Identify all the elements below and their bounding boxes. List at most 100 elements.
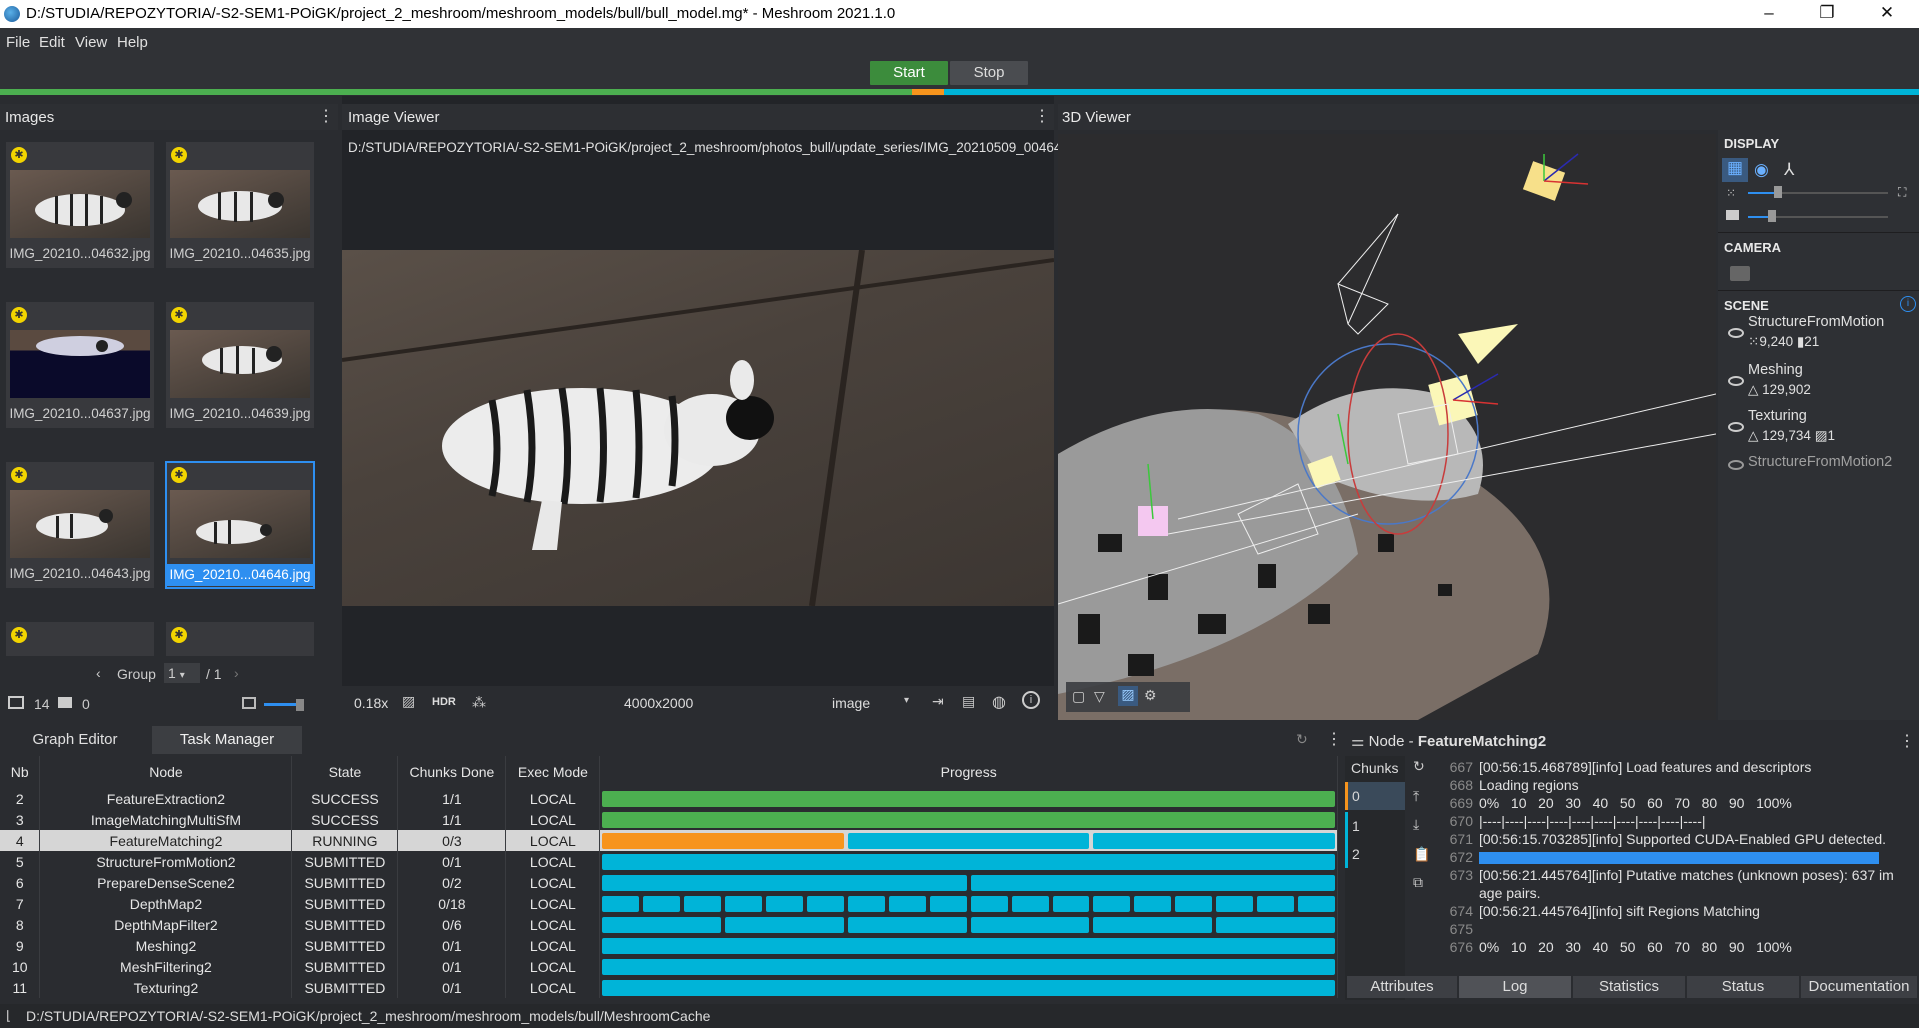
globe-icon[interactable]: ◍ xyxy=(992,692,1006,712)
cell-chunks: 0/6 xyxy=(397,914,507,935)
scene-item-name[interactable]: StructureFromMotion2 xyxy=(1748,454,1892,470)
visibility-eye-icon[interactable] xyxy=(1728,422,1744,432)
thumbnail-image xyxy=(170,330,310,398)
point-size-handle[interactable] xyxy=(1774,186,1782,198)
visibility-eye-icon[interactable] xyxy=(1728,376,1744,386)
clipboard-icon[interactable]: 📋 xyxy=(1413,846,1430,863)
refresh-icon[interactable]: ↻ xyxy=(1296,731,1308,748)
histogram-icon[interactable]: ▤ xyxy=(962,693,975,710)
fit-icon[interactable]: ⛶ xyxy=(1898,185,1906,200)
start-button[interactable]: Start xyxy=(870,61,948,85)
visibility-eye-icon[interactable] xyxy=(1728,460,1744,470)
tab-attributes[interactable]: Attributes xyxy=(1347,976,1457,998)
cell-progress xyxy=(599,872,1338,893)
channel-icon[interactable]: ▨ xyxy=(402,693,415,710)
grid-icon[interactable]: ▦ xyxy=(1722,158,1748,182)
scene-item-name[interactable]: Texturing xyxy=(1748,408,1807,424)
thumbnail[interactable]: ✱ IMG_20210...04637.jpg xyxy=(6,302,154,428)
group-select[interactable]: 1 ▾ xyxy=(164,663,200,683)
menu-file[interactable]: File xyxy=(6,34,30,51)
table-row[interactable]: 10 MeshFiltering2 SUBMITTED 0/1 LOCAL xyxy=(0,956,1338,977)
minimize-button[interactable]: – xyxy=(1740,0,1798,28)
images-menu-icon[interactable]: ⋮ xyxy=(318,109,334,125)
reload-icon[interactable]: ↻ xyxy=(1413,758,1425,775)
restore-button[interactable]: ❐ xyxy=(1798,0,1856,28)
thumbnail[interactable]: ✱ IMG_20210...04643.jpg xyxy=(6,462,154,588)
table-row[interactable]: 11 Texturing2 SUBMITTED 0/1 LOCAL xyxy=(0,977,1338,998)
info-icon[interactable]: i xyxy=(1022,691,1040,709)
chevron-down-icon[interactable]: ▾ xyxy=(904,695,909,706)
camera-scale-handle[interactable] xyxy=(1768,210,1776,222)
log-line-text: age pairs. xyxy=(1479,885,1541,901)
open-external-icon[interactable]: ⧉ xyxy=(1413,874,1423,891)
tab-log[interactable]: Log xyxy=(1459,976,1571,998)
bounding-box-icon[interactable]: ▢ xyxy=(1072,688,1085,705)
metadata-icon[interactable]: ⁂ xyxy=(472,694,486,711)
table-row[interactable]: 2 FeatureExtraction2 SUCCESS 1/1 LOCAL xyxy=(0,788,1338,809)
next-group-icon[interactable]: › xyxy=(234,665,239,681)
thumbnail-image xyxy=(10,170,150,238)
scroll-top-icon[interactable]: ⤒ xyxy=(1413,788,1419,805)
thumbnail[interactable]: ✱ xyxy=(166,622,314,656)
col-node: Node xyxy=(39,756,293,788)
log-view[interactable]: 667 [00:56:15.468789][info] Load features… xyxy=(1437,758,1917,972)
scroll-bottom-icon[interactable]: ⤓ xyxy=(1413,816,1419,833)
viewer-footer: 0.18x ▨ HDR ⁂ 4000x2000 image ▾ ⇥ ▤ ◍ i xyxy=(342,686,1054,720)
table-row[interactable]: 7 DepthMap2 SUBMITTED 0/18 LOCAL xyxy=(0,893,1338,914)
warning-icon: ✱ xyxy=(11,627,27,643)
menu-view[interactable]: View xyxy=(75,34,107,51)
cell-node: MeshFiltering2 xyxy=(39,956,293,977)
node-panel-header: ⚌ Node - FeatureMatching2 xyxy=(1351,732,1546,750)
thumbnail[interactable]: ✱ IMG_20210...04632.jpg xyxy=(6,142,154,268)
wireframe-icon[interactable]: ▨ xyxy=(1118,686,1138,706)
tab-documentation[interactable]: Documentation xyxy=(1801,976,1917,998)
slider-handle[interactable] xyxy=(296,699,304,711)
thumbnail[interactable]: ✱ IMG_20210...04639.jpg xyxy=(166,302,314,428)
scene-item-name[interactable]: StructureFromMotion xyxy=(1748,314,1884,330)
chunk-item[interactable]: 2 xyxy=(1345,840,1405,868)
tab-task-manager[interactable]: Task Manager xyxy=(152,726,302,754)
settings-icon[interactable]: ⚙ xyxy=(1144,687,1157,704)
chunk-item[interactable]: 0 xyxy=(1345,782,1405,810)
table-row[interactable]: 8 DepthMapFilter2 SUBMITTED 0/6 LOCAL xyxy=(0,914,1338,935)
images-footer: 14 0 xyxy=(0,690,338,718)
camera-icon[interactable] xyxy=(1730,266,1750,281)
thumbnail[interactable]: ✱ IMG_20210...04635.jpg xyxy=(166,142,314,268)
image-canvas[interactable] xyxy=(342,250,1054,606)
scene-item-name[interactable]: Meshing xyxy=(1748,362,1803,378)
table-row[interactable]: 4 FeatureMatching2 RUNNING 0/3 LOCAL xyxy=(0,830,1338,851)
chunk-item[interactable]: 1 xyxy=(1345,812,1405,840)
cache-path: D:/STUDIA/REPOZYTORIA/-S2-SEM1-POiGK/pro… xyxy=(26,1008,711,1024)
tab-graph-editor[interactable]: Graph Editor xyxy=(0,726,150,754)
prev-group-icon[interactable]: ‹ xyxy=(96,665,101,681)
table-row[interactable]: 5 StructureFromMotion2 SUBMITTED 0/1 LOCAL xyxy=(0,851,1338,872)
point-size-slider[interactable] xyxy=(1748,192,1888,194)
progress-chunk xyxy=(602,979,1335,996)
3d-canvas[interactable]: ▢ ▽ ▨ ⚙ xyxy=(1058,134,1716,720)
tab-statistics[interactable]: Statistics xyxy=(1573,976,1685,998)
filter-icon[interactable]: ▽ xyxy=(1094,688,1105,705)
thumbnail-selected[interactable]: ✱ IMG_20210...04646.jpg xyxy=(165,461,315,589)
close-button[interactable]: ✕ xyxy=(1858,0,1916,28)
stop-button[interactable]: Stop xyxy=(950,61,1028,85)
locator-icon[interactable]: ◉ xyxy=(1754,160,1769,180)
thumbnail[interactable]: ✱ xyxy=(6,622,154,656)
table-row[interactable]: 3 ImageMatchingMultiSfM SUCCESS 1/1 LOCAL xyxy=(0,809,1338,830)
task-menu-icon[interactable]: ⋮ xyxy=(1326,732,1342,748)
visibility-eye-icon[interactable] xyxy=(1728,328,1744,338)
hdr-button[interactable]: HDR xyxy=(432,696,456,708)
menu-edit[interactable]: Edit xyxy=(39,34,65,51)
scene-item-stats: △ 129,734 ▨1 xyxy=(1748,428,1835,443)
export-icon[interactable]: ⇥ xyxy=(932,693,944,710)
menu-help[interactable]: Help xyxy=(117,34,148,51)
viewer-menu-icon[interactable]: ⋮ xyxy=(1034,109,1050,125)
view-mode-select[interactable]: image xyxy=(832,695,870,711)
table-row[interactable]: 9 Meshing2 SUBMITTED 0/1 LOCAL xyxy=(0,935,1338,956)
tab-status[interactable]: Status xyxy=(1687,976,1799,998)
cell-chunks: 0/3 xyxy=(397,830,507,851)
info-icon[interactable]: i xyxy=(1900,296,1916,312)
cell-progress xyxy=(599,830,1338,851)
table-row[interactable]: 6 PrepareDenseScene2 SUBMITTED 0/2 LOCAL xyxy=(0,872,1338,893)
node-menu-icon[interactable]: ⋮ xyxy=(1899,734,1915,750)
axis-icon[interactable]: ⅄ xyxy=(1784,160,1794,180)
